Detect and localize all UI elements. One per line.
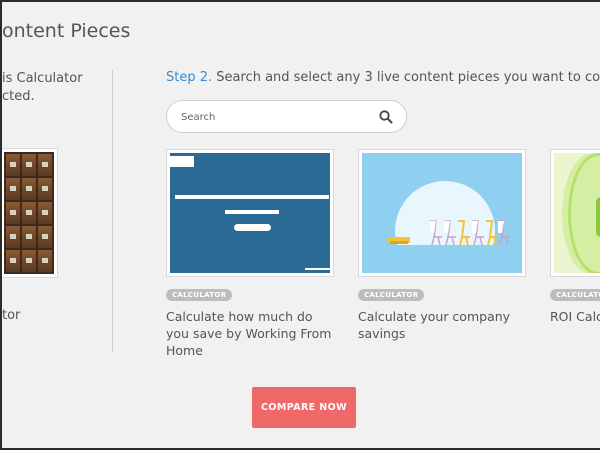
selected-content-thumbnail: [2, 148, 58, 278]
selected-content-text: is Calculator cted.: [2, 70, 83, 106]
content-type-badge: CALCULATOR: [166, 289, 233, 301]
content-card[interactable]: CALCULATOR ROI Calc: [550, 149, 600, 325]
app-frame: ontent Pieces is Calculator cted. tor St…: [0, 0, 600, 450]
content-card-thumbnail[interactable]: [550, 149, 600, 277]
step-instruction: Step 2. Search and select any 3 live con…: [166, 70, 600, 85]
roi-preview-image: [554, 153, 600, 273]
selected-text-line2: cted.: [2, 89, 35, 104]
content-card[interactable]: CALCULATOR Calculate your company saving…: [358, 149, 526, 342]
content-card-title[interactable]: ROI Calc: [550, 308, 600, 325]
content-card-title[interactable]: Calculate how much do you save by Workin…: [166, 308, 338, 359]
content-card[interactable]: CALCULATOR Calculate how much do you sav…: [166, 149, 334, 359]
content-card-thumbnail[interactable]: [358, 149, 526, 277]
search-box[interactable]: [166, 100, 407, 133]
page-title: ontent Pieces: [2, 20, 131, 42]
selected-content-caption: tor: [2, 308, 21, 323]
office-chairs-image: [362, 153, 522, 273]
panel-divider: [112, 70, 113, 352]
filing-cabinet-image: [4, 152, 54, 274]
selected-text-line1: is Calculator: [2, 71, 83, 86]
chairs-illustration: [388, 220, 510, 246]
content-card-thumbnail[interactable]: [166, 149, 334, 277]
content-type-badge: CALCULATOR: [550, 289, 600, 301]
calculator-preview-image: [170, 153, 330, 273]
content-card-title[interactable]: Calculate your company savings: [358, 308, 530, 342]
step-number: Step 2.: [166, 70, 213, 85]
search-icon[interactable]: [378, 109, 394, 125]
search-input[interactable]: [181, 108, 371, 126]
content-type-badge: CALCULATOR: [358, 289, 425, 301]
step-text: Search and select any 3 live content pie…: [216, 70, 600, 85]
compare-now-button[interactable]: COMPARE NOW: [252, 387, 356, 428]
